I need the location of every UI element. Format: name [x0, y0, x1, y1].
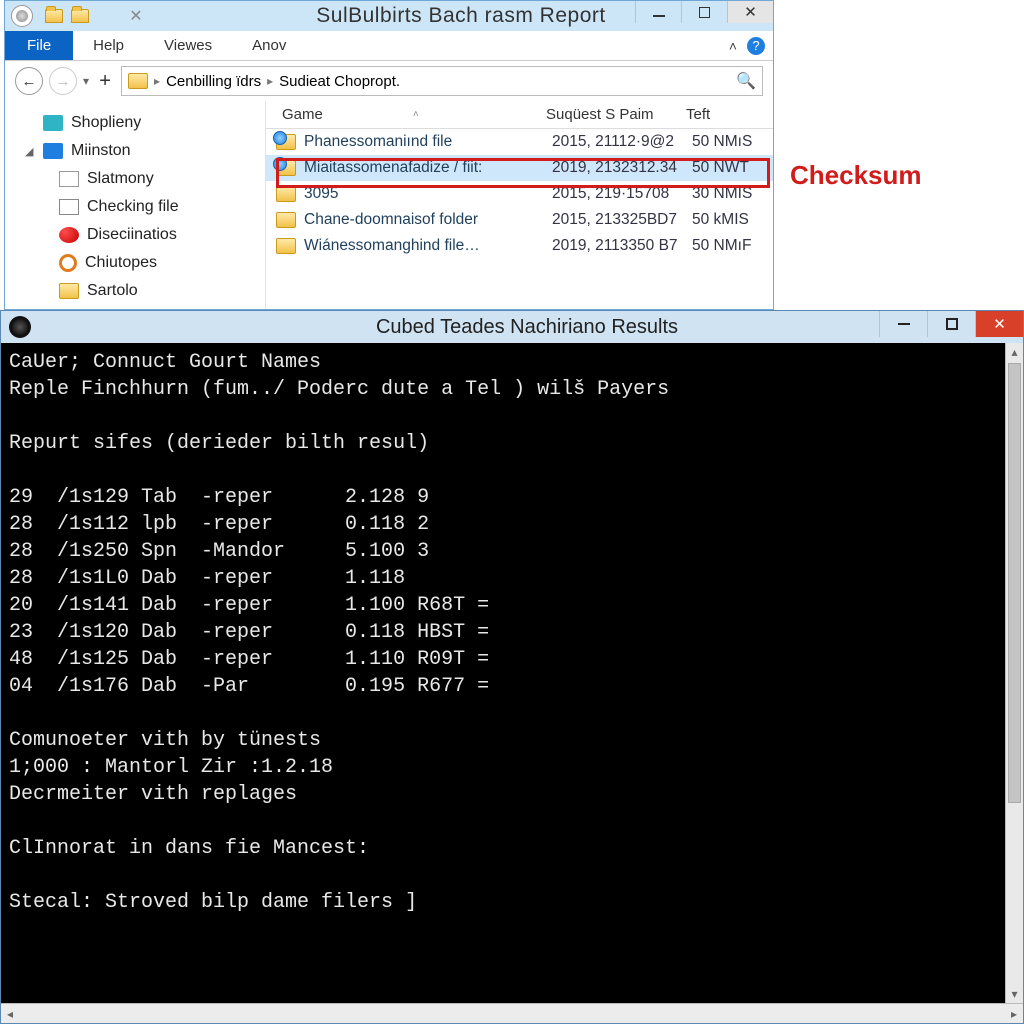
document-icon — [59, 171, 79, 187]
search-icon[interactable]: 🔍 — [736, 71, 756, 91]
file-row[interactable]: Chane-doomnaisof folder2015, 213325BD750… — [266, 207, 773, 233]
file-date: 2015, 213325BD7 — [552, 211, 692, 229]
file-size: 50 kMIS — [692, 211, 762, 229]
folder-icon — [276, 134, 296, 150]
file-size: 50 NMıS — [692, 133, 762, 151]
file-date: 2019, 2132312.34 — [552, 159, 692, 177]
col-name[interactable]: Game ˄ — [266, 106, 546, 123]
tree-label: Sartolo — [87, 282, 138, 300]
file-row[interactable]: 30952015, 219·1570830 NMIS — [266, 181, 773, 207]
breadcrumb-seg[interactable]: Cenbilling ïdrs — [166, 73, 261, 90]
terminal-output[interactable]: CaUer; Connuct Gourt Names Reple Finchhu… — [1, 343, 1023, 1003]
ribbon-collapse-icon[interactable]: ˄ — [729, 38, 737, 54]
column-headers: Game ˄ Suqüest S Paim Teft — [266, 101, 773, 129]
file-date: 2015, 21112·9@2 — [552, 133, 692, 151]
minimize-button[interactable] — [635, 1, 681, 23]
close-button[interactable]: ✕ — [975, 311, 1023, 337]
console-app-icon — [9, 316, 31, 338]
file-row[interactable]: Phanessomaniınd file2015, 21112·9@250 NM… — [266, 129, 773, 155]
file-name: Phanessomaniınd file — [304, 133, 552, 151]
tree-node[interactable]: Slatmony — [25, 165, 261, 193]
col-size[interactable]: Teft — [686, 106, 756, 123]
col-label: Game — [282, 106, 323, 123]
file-date: 2019, 2113350 B7 — [552, 237, 692, 255]
folder-icon — [128, 73, 148, 89]
ring-icon — [59, 254, 77, 272]
breadcrumb-sep-icon: ▸ — [152, 74, 162, 88]
folder-icon — [276, 160, 296, 176]
tree-node[interactable]: Sartolo — [25, 277, 261, 305]
tree-label: Slatmony — [87, 170, 154, 188]
scroll-right-icon[interactable]: ▸ — [1011, 1007, 1017, 1021]
file-size: 50 NWT — [692, 159, 762, 177]
file-name: Chane-doomnaisof folder — [304, 211, 552, 229]
drive-icon — [43, 143, 63, 159]
tree-label: Miinston — [71, 142, 131, 160]
console-titlebar[interactable]: Cubed Teades Nachiriano Results ✕ — [1, 311, 1023, 343]
tree-node[interactable]: ◢ Miinston — [25, 137, 261, 165]
horizontal-scrollbar[interactable]: ◂ ▸ — [1, 1003, 1023, 1023]
nav-bar: ← → ▾ + ▸ Cenbilling ïdrs ▸ Sudieat Chop… — [5, 61, 773, 101]
tab-close-button[interactable]: ✕ — [123, 5, 149, 27]
folder-icon — [276, 238, 296, 254]
file-name: Wiánessomanghind file… — [304, 237, 552, 255]
scroll-up-icon[interactable]: ▴ — [1006, 343, 1023, 361]
file-name: Miaitassomenafadize / fiit: — [304, 159, 552, 177]
explorer-window: ✕ SulBulbirts Bach rasm Report ✕ File He… — [4, 0, 774, 310]
file-date: 2015, 219·15708 — [552, 185, 692, 203]
address-bar[interactable]: ▸ Cenbilling ïdrs ▸ Sudieat Chopropt. 🔍 — [121, 66, 763, 96]
tab-folder-icon[interactable] — [71, 9, 89, 23]
menu-file[interactable]: File — [5, 31, 73, 60]
menu-help[interactable]: Help — [73, 37, 144, 54]
tree-label: Diseciinatios — [87, 226, 177, 244]
minimize-button[interactable] — [879, 311, 927, 337]
scroll-thumb[interactable] — [1008, 363, 1021, 803]
scroll-left-icon[interactable]: ◂ — [7, 1007, 13, 1021]
sort-asc-icon: ˄ — [413, 109, 419, 120]
file-size: 50 NMıF — [692, 237, 762, 255]
folder-icon — [43, 115, 63, 131]
tab-folder-icon[interactable] — [45, 9, 63, 23]
caret-down-icon[interactable]: ◢ — [25, 145, 35, 158]
breadcrumb-sep-icon: ▸ — [265, 74, 275, 88]
nav-new-button[interactable]: + — [95, 70, 115, 93]
vertical-scrollbar[interactable]: ▴ ▾ — [1005, 343, 1023, 1003]
checkfile-icon — [59, 199, 79, 215]
help-icon[interactable]: ? — [747, 37, 765, 55]
scroll-down-icon[interactable]: ▾ — [1006, 985, 1023, 1003]
nav-back-button[interactable]: ← — [15, 67, 43, 95]
file-row[interactable]: Wiánessomanghind file…2019, 2113350 B750… — [266, 233, 773, 259]
nav-history-dropdown-icon[interactable]: ▾ — [83, 74, 89, 88]
maximize-button[interactable] — [681, 1, 727, 23]
file-row[interactable]: Miaitassomenafadize / fiit:2019, 2132312… — [266, 155, 773, 181]
nav-forward-button[interactable]: → — [49, 67, 77, 95]
folder-icon — [276, 212, 296, 228]
callout-label: Checksum — [790, 160, 922, 191]
col-date[interactable]: Suqüest S Paim — [546, 106, 686, 123]
console-window: Cubed Teades Nachiriano Results ✕ CaUer;… — [0, 310, 1024, 1024]
menu-bar: File Help Viewes Anov ˄ ? — [5, 31, 773, 61]
menu-anov[interactable]: Anov — [232, 37, 306, 54]
app-icon — [11, 5, 33, 27]
nav-tree: Shoplieny ◢ Miinston Slatmony Checking fi… — [5, 101, 265, 309]
tree-node[interactable]: Chiutopes — [25, 249, 261, 277]
close-button[interactable]: ✕ — [727, 1, 773, 23]
tree-label: Chiutopes — [85, 254, 157, 272]
folder-icon — [59, 283, 79, 299]
console-title: Cubed Teades Nachiriano Results — [31, 316, 1023, 339]
folder-icon — [276, 186, 296, 202]
menu-views[interactable]: Viewes — [144, 37, 232, 54]
tree-label: Checking file — [87, 198, 179, 216]
tree-node[interactable]: Checking file — [25, 193, 261, 221]
tree-node[interactable]: Shoplieny — [25, 109, 261, 137]
breadcrumb-seg[interactable]: Sudieat Chopropt. — [279, 73, 400, 90]
file-name: 3095 — [304, 185, 552, 203]
file-size: 30 NMIS — [692, 185, 762, 203]
tree-label: Shoplieny — [71, 114, 141, 132]
maximize-button[interactable] — [927, 311, 975, 337]
file-list: Game ˄ Suqüest S Paim Teft Phanessomaniın… — [265, 101, 773, 309]
pin-icon — [59, 227, 79, 243]
explorer-titlebar[interactable]: ✕ SulBulbirts Bach rasm Report ✕ — [5, 1, 773, 31]
tree-node[interactable]: Diseciinatios — [25, 221, 261, 249]
